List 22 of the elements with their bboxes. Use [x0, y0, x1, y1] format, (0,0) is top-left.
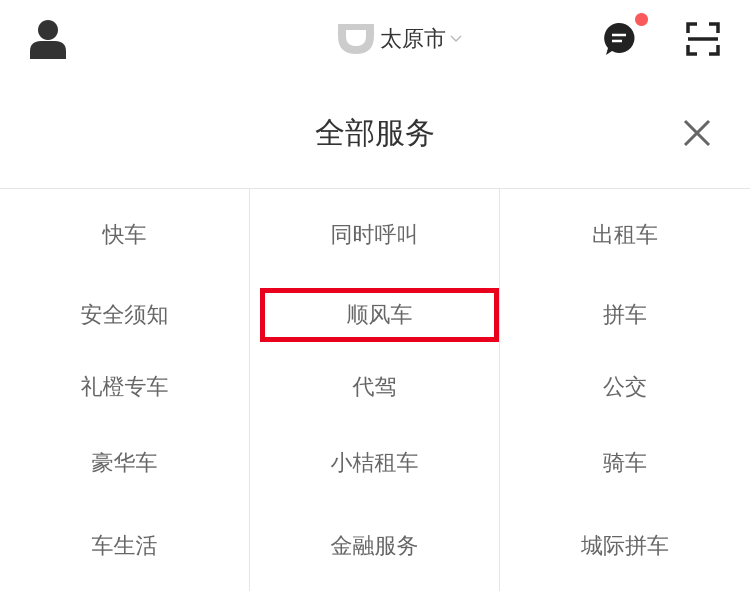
service-item[interactable]: 安全须知	[80, 298, 168, 332]
service-item[interactable]: 同时呼叫	[330, 218, 418, 252]
service-item[interactable]: 豪华车	[92, 446, 158, 480]
city-name[interactable]: 太原市	[380, 22, 446, 56]
scan-icon[interactable]	[686, 22, 720, 56]
service-item[interactable]: 礼橙专车	[80, 370, 168, 404]
service-item[interactable]: 代驾	[352, 370, 396, 404]
service-item[interactable]: 公交	[603, 370, 647, 404]
service-item[interactable]: 金融服务	[330, 530, 418, 562]
user-icon[interactable]	[30, 19, 66, 59]
service-item[interactable]: 骑车	[603, 446, 647, 480]
service-item[interactable]: 快车	[102, 218, 146, 252]
service-item[interactable]: 拼车	[603, 298, 647, 332]
message-icon[interactable]	[602, 21, 636, 57]
close-icon[interactable]	[683, 119, 711, 147]
logo-icon	[336, 22, 376, 56]
service-item[interactable]: 车生活	[92, 530, 158, 562]
service-item[interactable]: 出租车	[592, 218, 658, 252]
page-title: 全部服务	[315, 114, 435, 152]
service-item[interactable]: 城际拼车	[581, 530, 669, 562]
service-item[interactable]: 顺风车	[260, 288, 499, 342]
service-item[interactable]: 小桔租车	[330, 446, 418, 480]
